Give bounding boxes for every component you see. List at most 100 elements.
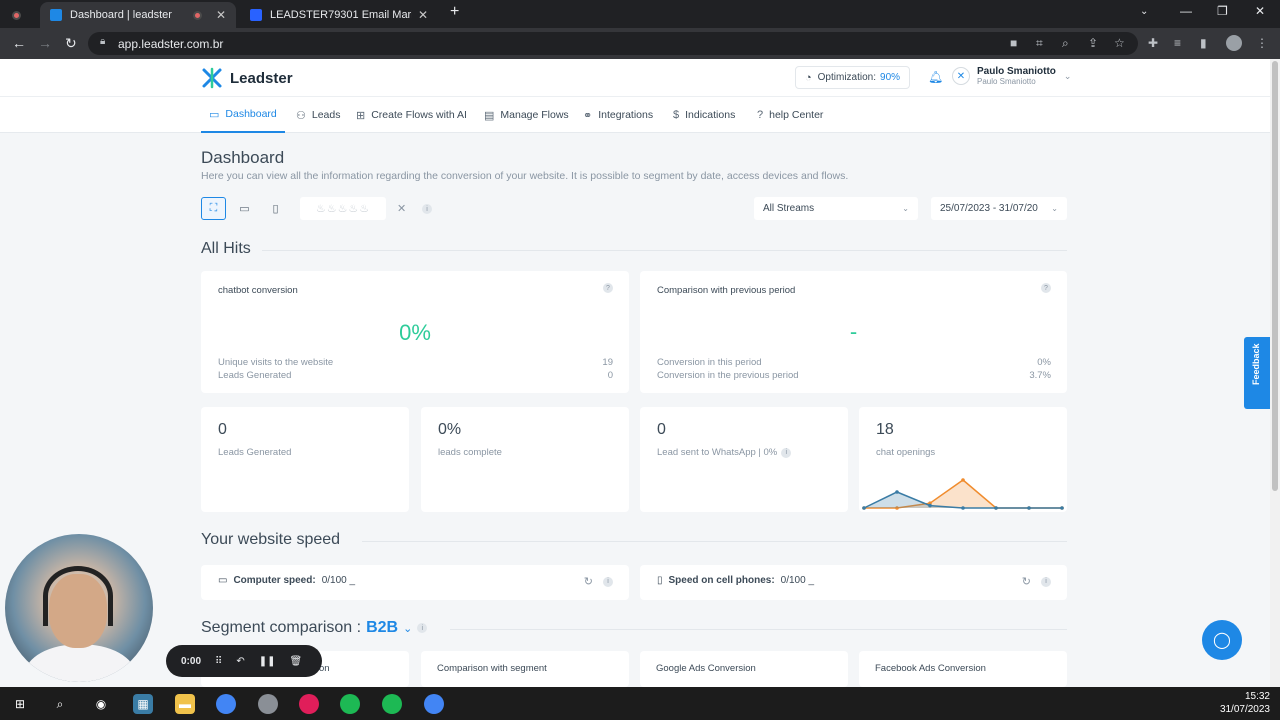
- info-icon[interactable]: i: [417, 623, 428, 633]
- info-icon[interactable]: i: [1041, 576, 1051, 587]
- expand-icon: ⛶: [209, 202, 218, 214]
- slack-icon[interactable]: [299, 694, 319, 714]
- calculator-icon[interactable]: ▦: [133, 694, 153, 714]
- chat-support-button[interactable]: ◯: [1202, 620, 1242, 660]
- steam-icon[interactable]: ◉: [91, 694, 111, 714]
- profile-avatar[interactable]: [1226, 35, 1242, 51]
- series-point: [961, 478, 965, 482]
- new-tab-button[interactable]: +: [450, 3, 459, 21]
- side-panel-icon[interactable]: ▮: [1200, 36, 1207, 50]
- close-tab-icon[interactable]: ✕: [418, 8, 428, 22]
- close-tab-icon[interactable]: ✕: [216, 8, 226, 22]
- reading-list-icon[interactable]: ≡: [1174, 36, 1181, 50]
- info-icon[interactable]: i: [781, 447, 792, 458]
- refresh-icon[interactable]: ↻: [584, 575, 593, 588]
- reload-icon[interactable]: ↻: [65, 35, 77, 52]
- grip-icon[interactable]: ⠿: [215, 656, 222, 667]
- music-app-icon[interactable]: [382, 694, 402, 714]
- translate-icon[interactable]: ⌗: [1036, 36, 1043, 51]
- stat-row: Conversion in this period 0%: [657, 357, 1051, 368]
- series-point: [961, 506, 965, 510]
- stat-card-whatsapp: 0 Lead sent to WhatsApp | 0% i: [640, 407, 848, 512]
- omnibox[interactable]: 🔒︎ app.leadster.com.br: [88, 32, 1138, 55]
- menu-item-manage-flows[interactable]: ▤ Manage Flows: [484, 97, 569, 133]
- help-question-icon[interactable]: ?: [1041, 283, 1051, 293]
- extensions-icon[interactable]: ✚: [1148, 36, 1158, 50]
- lead-temperature-filter[interactable]: ♨♨♨♨♨: [300, 197, 386, 220]
- section-title-speed: Your website speed: [201, 531, 341, 548]
- date-range-picker[interactable]: 25/07/2023 - 31/07/20 ⌄: [931, 197, 1067, 220]
- series-point: [862, 506, 866, 510]
- optimization-badge[interactable]: ◔ Optimization: 90%: [795, 66, 911, 89]
- tab-search-icon[interactable]: ⌄: [1140, 6, 1148, 17]
- filter-desktop-button[interactable]: ▭: [232, 197, 257, 220]
- chat-openings-sparkline: [862, 478, 1064, 510]
- undo-icon[interactable]: ↶: [236, 656, 244, 667]
- menu-item-help-center[interactable]: ? help Center: [757, 97, 823, 133]
- system-clock[interactable]: 15:32 31/07/2023: [1220, 690, 1270, 716]
- gauge-icon: ◔: [805, 71, 812, 84]
- comparison-value: -: [849, 319, 858, 344]
- tab-dashboard[interactable]: Dashboard | leadster ✕: [40, 2, 236, 28]
- stat-card-leads-complete: 0% leads complete: [421, 407, 629, 512]
- windows-start-icon[interactable]: ⊞: [10, 694, 30, 714]
- mobile-speed-card: ▯ Speed on cell phones: 0/100 _ ↻ i: [640, 565, 1067, 600]
- tab-email-marketing[interactable]: LEADSTER79301 Email Marketing ✕: [240, 2, 438, 28]
- close-window-button[interactable]: ✕: [1255, 4, 1265, 18]
- scrollbar-thumb[interactable]: [1272, 61, 1278, 491]
- dashboard-icon: ▭: [209, 108, 220, 121]
- segment-card: Comparison with segment: [421, 651, 629, 687]
- bell-icon[interactable]: 🔔︎: [928, 70, 943, 84]
- series-point: [895, 490, 899, 494]
- help-question-icon[interactable]: ?: [603, 283, 613, 293]
- camera-icon[interactable]: ■: [1010, 36, 1017, 50]
- forward-icon[interactable]: →: [38, 35, 52, 51]
- chrome-icon[interactable]: [216, 694, 236, 714]
- search-icon[interactable]: ⌕: [50, 694, 70, 714]
- page-description: Here you can view all the information re…: [201, 170, 849, 182]
- recording-indicator: [12, 2, 32, 28]
- stream-select[interactable]: All Streams ⌄: [754, 197, 918, 220]
- feedback-tab[interactable]: Feedback: [1244, 337, 1270, 409]
- segment-comparison-title: Segment comparison : B2B ⌄ i: [201, 619, 428, 637]
- leadster-logo-icon: [202, 67, 222, 89]
- series-point: [928, 503, 932, 508]
- filter-all-devices-button[interactable]: ⛶: [201, 197, 226, 220]
- app-icon[interactable]: [258, 694, 278, 714]
- share-icon[interactable]: ⇪: [1088, 36, 1098, 50]
- chrome-active-icon[interactable]: [424, 694, 444, 714]
- spotify-icon[interactable]: [340, 694, 360, 714]
- minimize-button[interactable]: —: [1180, 4, 1192, 18]
- maximize-button[interactable]: ❐: [1217, 4, 1228, 18]
- chevron-down-icon[interactable]: ⌄: [403, 622, 412, 635]
- page-scrollbar[interactable]: [1270, 59, 1280, 687]
- recording-timer: 0:00: [181, 655, 202, 667]
- pause-icon[interactable]: ❚❚: [259, 656, 276, 667]
- chat-bubble-icon: ◯: [1213, 632, 1231, 649]
- clear-filter-icon[interactable]: ✕: [397, 202, 406, 215]
- menu-item-integrations[interactable]: ⚭ Integrations: [583, 97, 653, 133]
- more-menu-icon[interactable]: ⋮: [1256, 36, 1268, 50]
- bookmark-star-icon[interactable]: ☆: [1114, 36, 1125, 50]
- trash-icon[interactable]: 🗑︎: [290, 656, 303, 667]
- user-menu[interactable]: ✕ Paulo Smaniotto Paulo Smaniotto ⌄: [952, 66, 1071, 86]
- leadster-logo[interactable]: Leadster: [201, 67, 293, 89]
- filter-mobile-button[interactable]: ▯: [263, 197, 288, 220]
- info-icon[interactable]: i: [603, 576, 613, 587]
- menu-item-indications[interactable]: $ Indications: [673, 97, 735, 133]
- main-menu: ▭ Dashboard ⚇ Leads ⊞ Create Flows with …: [0, 97, 1270, 133]
- menu-item-dashboard[interactable]: ▭ Dashboard: [201, 97, 285, 133]
- refresh-icon[interactable]: ↻: [1022, 575, 1031, 588]
- ai-flow-icon: ⊞: [356, 109, 366, 122]
- file-explorer-icon[interactable]: ▬: [175, 694, 195, 714]
- series-point: [1060, 506, 1064, 510]
- info-icon[interactable]: i: [422, 204, 432, 214]
- menu-item-leads[interactable]: ⚇ Leads: [296, 97, 340, 133]
- back-icon[interactable]: ←: [12, 35, 26, 51]
- leadster-favicon-icon: [50, 9, 62, 21]
- menu-item-create-flows-ai[interactable]: ⊞ Create Flows with AI: [356, 97, 467, 133]
- lock-icon: 🔒︎: [100, 36, 106, 47]
- page-title: Dashboard: [201, 148, 285, 167]
- zoom-icon[interactable]: ⌕: [1062, 36, 1069, 51]
- segment-selector[interactable]: B2B: [366, 619, 398, 637]
